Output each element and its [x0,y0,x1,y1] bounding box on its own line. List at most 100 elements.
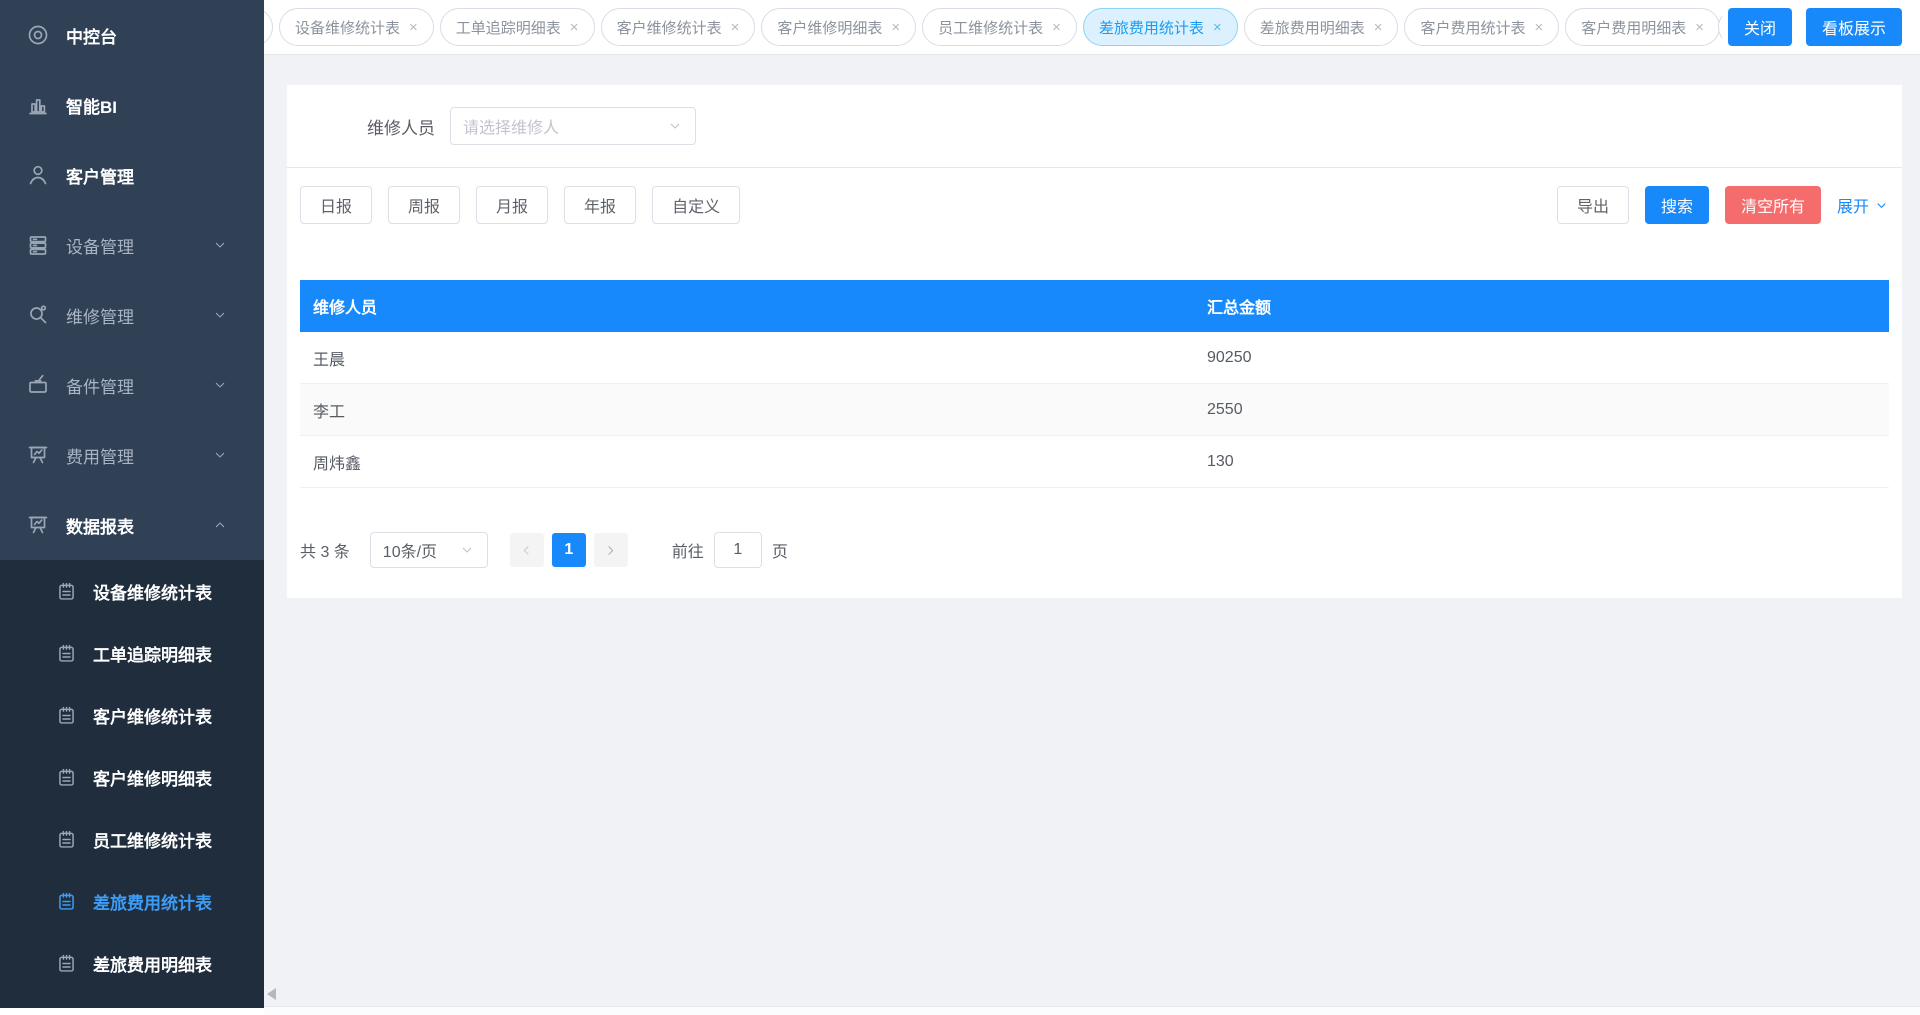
tab-label: 差旅费用明细表 [1260,17,1365,38]
sidebar-subitem[interactable]: 设备维修统计表 [0,560,264,622]
chevron-up-icon [212,517,228,533]
sidebar-item[interactable]: 客户管理 [0,140,264,210]
tab-label: 员工维修统计表 [938,17,1043,38]
tab-label: 客户维修统计表 [617,17,722,38]
sidebar-subitem-label: 员工维修统计表 [93,827,212,852]
board-icon [26,443,50,467]
horizontal-scrollbar[interactable] [264,1006,1920,1015]
period-button[interactable]: 月报 [476,186,548,224]
total-count: 共 3 条 [300,538,350,562]
table-header-total: 汇总金额 [1207,294,1889,318]
toolbox-icon [26,373,50,397]
tab-pill[interactable]: 设备维修统计表 × [279,8,434,46]
tab-pill[interactable]: 客户维修统计表 × [601,8,756,46]
user-icon [26,163,50,187]
expand-toggle[interactable]: 展开 [1837,193,1889,217]
cell-repairer: 周炜鑫 [300,450,1207,474]
goto-page-input[interactable] [714,532,762,568]
period-button[interactable]: 自定义 [652,186,740,224]
tab-close-icon[interactable]: × [1374,20,1383,35]
sidebar-item-label: 设备管理 [66,233,134,258]
notebook-icon [56,643,77,664]
tab-pill-partial[interactable] [264,8,273,46]
sidebar-subitem-label: 差旅费用明细表 [93,951,212,976]
chevron-down-icon [212,377,228,393]
tab-close-icon[interactable]: × [1213,20,1222,35]
table-row[interactable]: 周炜鑫130 [300,436,1889,488]
notebook-icon [56,829,77,850]
tab-pill[interactable]: 客户维修明细表× [761,8,916,46]
sidebar: 中控台智能BI 客户管理设备管理维修管理备件管理费用管理数据报表 设备维修统计表工… [0,0,264,1008]
sidebar-item-label: 费用管理 [66,443,134,468]
chevron-down-icon [667,118,683,134]
board-display-button[interactable]: 看板展示 [1806,8,1902,46]
tab-pill[interactable]: 客户费用统计表× [1404,8,1559,46]
tab-pill[interactable]: 员工维修统计表 × [922,8,1077,46]
export-button[interactable]: 导出 [1557,186,1629,224]
sidebar-subitem[interactable]: 员工维修统计表 [0,808,264,870]
board-icon [26,513,50,537]
sidebar-submenu: 设备维修统计表工单追踪明细表客户维修统计表客户维修明细表员工维修统计表差旅费用统… [0,560,264,1008]
sidebar-item[interactable]: 设备管理 [0,210,264,280]
sidebar-subitem-label: 设备维修统计表 [93,579,212,604]
repairer-select[interactable]: 请选择维修人 [450,107,696,145]
sidebar-subitem[interactable]: 客户维修明细表 [0,746,264,808]
notebook-icon [56,705,77,726]
tab-pill[interactable]: 工单追踪明细表× [440,8,595,46]
cell-repairer: 李工 [300,398,1207,422]
sidebar-subitem-label: 工单追踪明细表 [93,641,212,666]
cell-total: 90250 [1207,349,1889,367]
sidebar-item[interactable]: 备件管理 [0,350,264,420]
sidebar-subitem[interactable]: 差旅费用统计表 [0,870,264,932]
tab-close-icon[interactable]: × [1695,20,1704,35]
sidebar-item[interactable]: 中控台 [0,0,264,70]
tab-pill[interactable]: 客户费用明细表 × [1565,8,1720,46]
page-size-select[interactable]: 10条/页 [370,532,488,568]
sidebar-subitem[interactable]: 客户维修统计表 [0,684,264,746]
table-row[interactable]: 王晨90250 [300,332,1889,384]
period-button[interactable]: 周报 [388,186,460,224]
repair-icon [26,303,50,327]
notebook-icon [56,953,77,974]
tab-close-icon[interactable]: × [731,20,740,35]
scrollbar-left-arrow-icon[interactable] [267,988,276,1000]
sidebar-subitem[interactable]: 差旅费用明细表 [0,932,264,994]
table-header-row: 维修人员 汇总金额 [300,280,1889,332]
tab-close-icon[interactable]: × [891,20,900,35]
sidebar-menu: 中控台智能BI 客户管理设备管理维修管理备件管理费用管理数据报表 [0,0,264,560]
sidebar-item-label: 备件管理 [66,373,134,398]
chevron-down-icon [459,542,475,558]
clear-all-button[interactable]: 清空所有 [1725,186,1821,224]
filter-label: 维修人员 [367,114,435,139]
tab-close-icon[interactable]: × [1534,20,1543,35]
tab-label: 差旅费用统计表 [1099,17,1204,38]
sidebar-item[interactable]: 智能BI [0,70,264,140]
table-row[interactable]: 李工2550 [300,384,1889,436]
tab-close-icon[interactable]: × [1052,20,1061,35]
tab-label: 客户费用明细表 [1581,17,1686,38]
search-button[interactable]: 搜索 [1645,186,1709,224]
tab-label: 设备维修统计表 [295,17,400,38]
cell-repairer: 王晨 [300,346,1207,370]
tab-close-icon[interactable]: × [409,20,418,35]
sidebar-item[interactable]: 数据报表 [0,490,264,560]
sidebar-subitem[interactable]: 工单追踪明细表 [0,622,264,684]
notebook-icon [56,581,77,602]
tab-pill[interactable]: 差旅费用明细表 × [1244,8,1399,46]
period-button-group: 日报周报月报年报自定义 [300,186,756,224]
expand-toggle-label: 展开 [1837,193,1869,217]
period-button[interactable]: 年报 [564,186,636,224]
data-table: 维修人员 汇总金额 王晨90250李工2550周炜鑫130 [300,280,1889,488]
sidebar-item-label: 智能BI [66,93,117,118]
close-button[interactable]: 关闭 [1728,8,1792,46]
period-button[interactable]: 日报 [300,186,372,224]
tab-pill[interactable]: 差旅费用统计表 × [1083,8,1238,46]
tab-strip: 设备维修统计表×工单追踪明细表×客户维修统计表×客户维修明细表×员工维修统计表×… [264,0,1920,54]
tab-close-icon[interactable]: × [570,20,579,35]
current-page-button[interactable]: 1 [552,533,586,567]
sidebar-item[interactable]: 维修管理 [0,280,264,350]
prev-page-button[interactable] [510,533,544,567]
server-icon [26,233,50,257]
next-page-button[interactable] [594,533,628,567]
sidebar-item[interactable]: 费用管理 [0,420,264,490]
